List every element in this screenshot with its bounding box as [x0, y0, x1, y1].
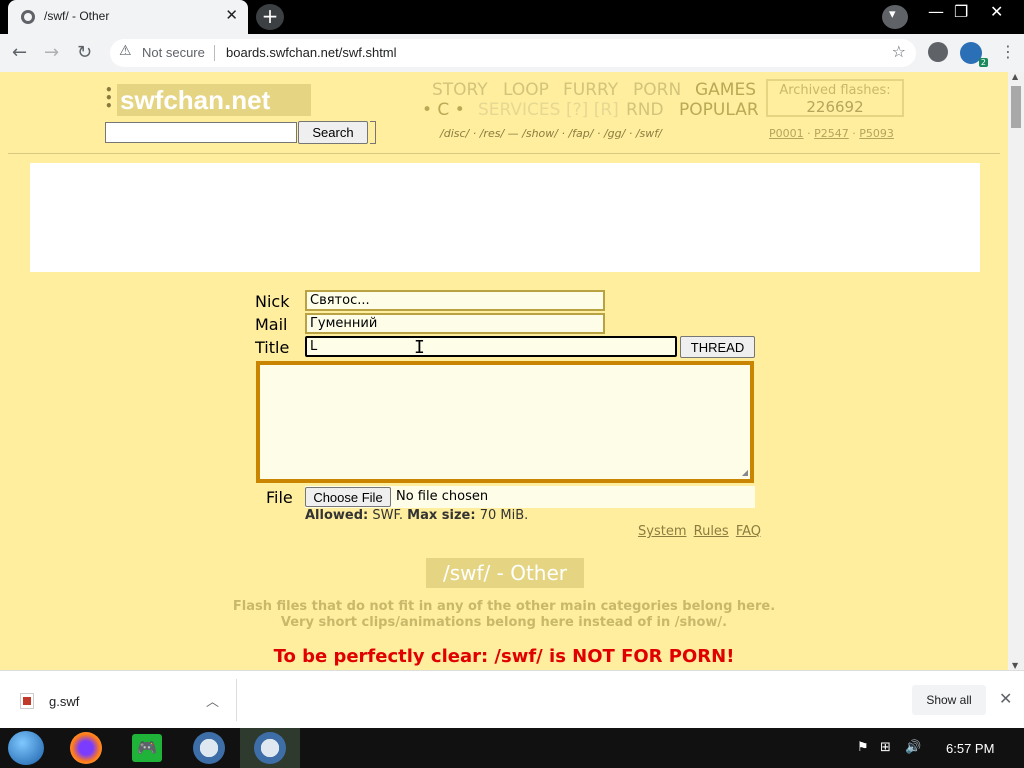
- page-link[interactable]: P0001: [769, 127, 804, 140]
- swf-file-icon: [20, 693, 34, 709]
- extension-icon[interactable]: 2: [960, 42, 988, 67]
- category-services[interactable]: SERVICES: [478, 100, 560, 120]
- url-text[interactable]: boards.swfchan.net/swf.shtml: [226, 45, 397, 60]
- extension-badge: 2: [978, 58, 988, 67]
- search-button[interactable]: Search: [298, 121, 368, 144]
- maxsize-value: 70 MiB.: [479, 508, 529, 523]
- board-description: Very short clips/animations belong here …: [280, 615, 728, 630]
- scrollbar-thumb[interactable]: [1011, 86, 1021, 128]
- allowed-value: SWF.: [372, 508, 404, 523]
- thread-button[interactable]: THREAD: [680, 336, 755, 358]
- tab-strip: /swf/ - Other ✕ + — ❐ ✕: [0, 0, 1024, 34]
- forward-icon[interactable]: →: [44, 42, 59, 63]
- mail-field[interactable]: Гуменний: [305, 313, 605, 334]
- browser-tab[interactable]: /swf/ - Other ✕: [8, 0, 248, 34]
- header-divider: [8, 153, 1000, 154]
- file-input: Choose File No file chosen: [305, 486, 755, 508]
- category-story[interactable]: STORY: [432, 80, 488, 100]
- form-links: System Rules FAQ: [638, 524, 764, 539]
- volume-icon[interactable]: 🔊: [905, 740, 921, 755]
- close-icon[interactable]: ✕: [999, 689, 1012, 708]
- board-description: Flash files that do not fit in any of th…: [232, 599, 776, 614]
- title-field[interactable]: L: [305, 336, 677, 357]
- download-bar: g.swf ︿ Show all ✕: [0, 670, 1024, 728]
- show-all-button[interactable]: Show all: [912, 685, 986, 715]
- upload-limits: Allowed: SWF. Max size: 70 MiB.: [305, 508, 528, 523]
- archived-count: 226692: [806, 98, 864, 116]
- logo-dots-icon: • • •: [105, 83, 113, 113]
- wordpress-icon[interactable]: [193, 732, 225, 764]
- globe-icon: [21, 10, 35, 24]
- scroll-up-icon[interactable]: ▲: [1012, 72, 1018, 81]
- banner-area: [30, 163, 980, 272]
- download-filename[interactable]: g.swf: [49, 694, 79, 709]
- page-links: P0001 · P2547 · P5093: [769, 127, 894, 140]
- maxsize-label: Max size:: [407, 508, 476, 523]
- category-rnd[interactable]: RND: [626, 100, 664, 120]
- network-icon[interactable]: ⊞: [880, 740, 891, 755]
- game-controller-icon[interactable]: [132, 734, 162, 762]
- address-bar[interactable]: ⚠ Not secure boards.swfchan.net/swf.shtm…: [110, 39, 916, 67]
- taskbar: ⚑ ⊞ 🔊 6:57 PM: [0, 728, 1024, 768]
- archived-label: Archived flashes:: [779, 83, 891, 98]
- category-porn[interactable]: PORN: [633, 80, 681, 100]
- category-help-random[interactable]: [?] [R]: [566, 100, 619, 120]
- wordpress-icon[interactable]: [254, 732, 286, 764]
- system-link[interactable]: System: [638, 524, 686, 539]
- page-content: • • • swfchan.net Search STORY LOOP FURRY …: [0, 72, 1008, 670]
- minimize-icon[interactable]: —: [928, 2, 944, 21]
- tab-close-icon[interactable]: ✕: [225, 6, 238, 24]
- title-label: Title: [255, 338, 290, 357]
- page-scrollbar[interactable]: ▲ ▼: [1008, 72, 1024, 670]
- comment-textarea[interactable]: ◢: [256, 361, 754, 483]
- allowed-label: Allowed:: [305, 508, 369, 523]
- faq-link[interactable]: FAQ: [736, 524, 761, 539]
- close-window-icon[interactable]: ✕: [990, 2, 1003, 21]
- back-icon[interactable]: ←: [12, 42, 27, 63]
- clock[interactable]: 6:57 PM: [946, 741, 994, 756]
- flag-icon[interactable]: ⚑: [857, 740, 869, 755]
- board-warning: To be perfectly clear: /swf/ is NOT FOR …: [273, 646, 735, 667]
- nick-label: Nick: [255, 292, 290, 311]
- divider: [236, 679, 237, 721]
- category-c[interactable]: • C •: [422, 100, 465, 120]
- site-logo[interactable]: swfchan.net: [117, 84, 311, 116]
- firefox-icon[interactable]: [70, 732, 102, 764]
- scroll-down-icon[interactable]: ▼: [1012, 661, 1018, 670]
- reload-icon[interactable]: ↻: [77, 42, 92, 63]
- rules-link[interactable]: Rules: [694, 524, 729, 539]
- divider: [214, 45, 215, 61]
- category-loop[interactable]: LOOP: [503, 80, 549, 100]
- category-furry[interactable]: FURRY: [563, 80, 618, 100]
- start-orb-icon[interactable]: [8, 731, 44, 765]
- search-input[interactable]: [105, 122, 297, 143]
- page-link[interactable]: P5093: [859, 127, 894, 140]
- profile-avatar-icon[interactable]: [928, 42, 948, 62]
- warning-icon: ⚠: [119, 43, 132, 59]
- text-cursor-icon: I: [414, 337, 425, 358]
- tab-title: /swf/ - Other: [44, 9, 110, 23]
- archived-counter: Archived flashes: 226692: [766, 79, 904, 117]
- restore-icon[interactable]: ❐: [954, 2, 968, 21]
- choose-file-button[interactable]: Choose File: [305, 487, 391, 507]
- file-status: No file chosen: [396, 489, 489, 504]
- category-games[interactable]: GAMES: [695, 80, 756, 100]
- browser-toolbar: ← → ↻ ⚠ Not secure boards.swfchan.net/sw…: [0, 34, 1024, 72]
- nick-field[interactable]: Святос...: [305, 290, 605, 311]
- file-label: File: [266, 488, 293, 507]
- page-link[interactable]: P2547: [814, 127, 849, 140]
- new-tab-button[interactable]: +: [256, 4, 284, 30]
- chevron-up-icon[interactable]: ︿: [206, 691, 219, 710]
- divider: [370, 121, 376, 144]
- bookmark-star-icon[interactable]: ☆: [892, 42, 906, 61]
- board-links[interactable]: /disc/ · /res/ — /show/ · /fap/ · /gg/ ·…: [440, 127, 662, 140]
- tab-search-icon[interactable]: [882, 5, 908, 29]
- mail-label: Mail: [255, 315, 288, 334]
- security-label: Not secure: [142, 45, 205, 60]
- category-popular[interactable]: POPULAR: [679, 100, 759, 120]
- board-title: /swf/ - Other: [426, 558, 584, 588]
- resize-handle-icon[interactable]: ◢: [742, 468, 748, 477]
- menu-icon[interactable]: ⋮: [1000, 42, 1016, 61]
